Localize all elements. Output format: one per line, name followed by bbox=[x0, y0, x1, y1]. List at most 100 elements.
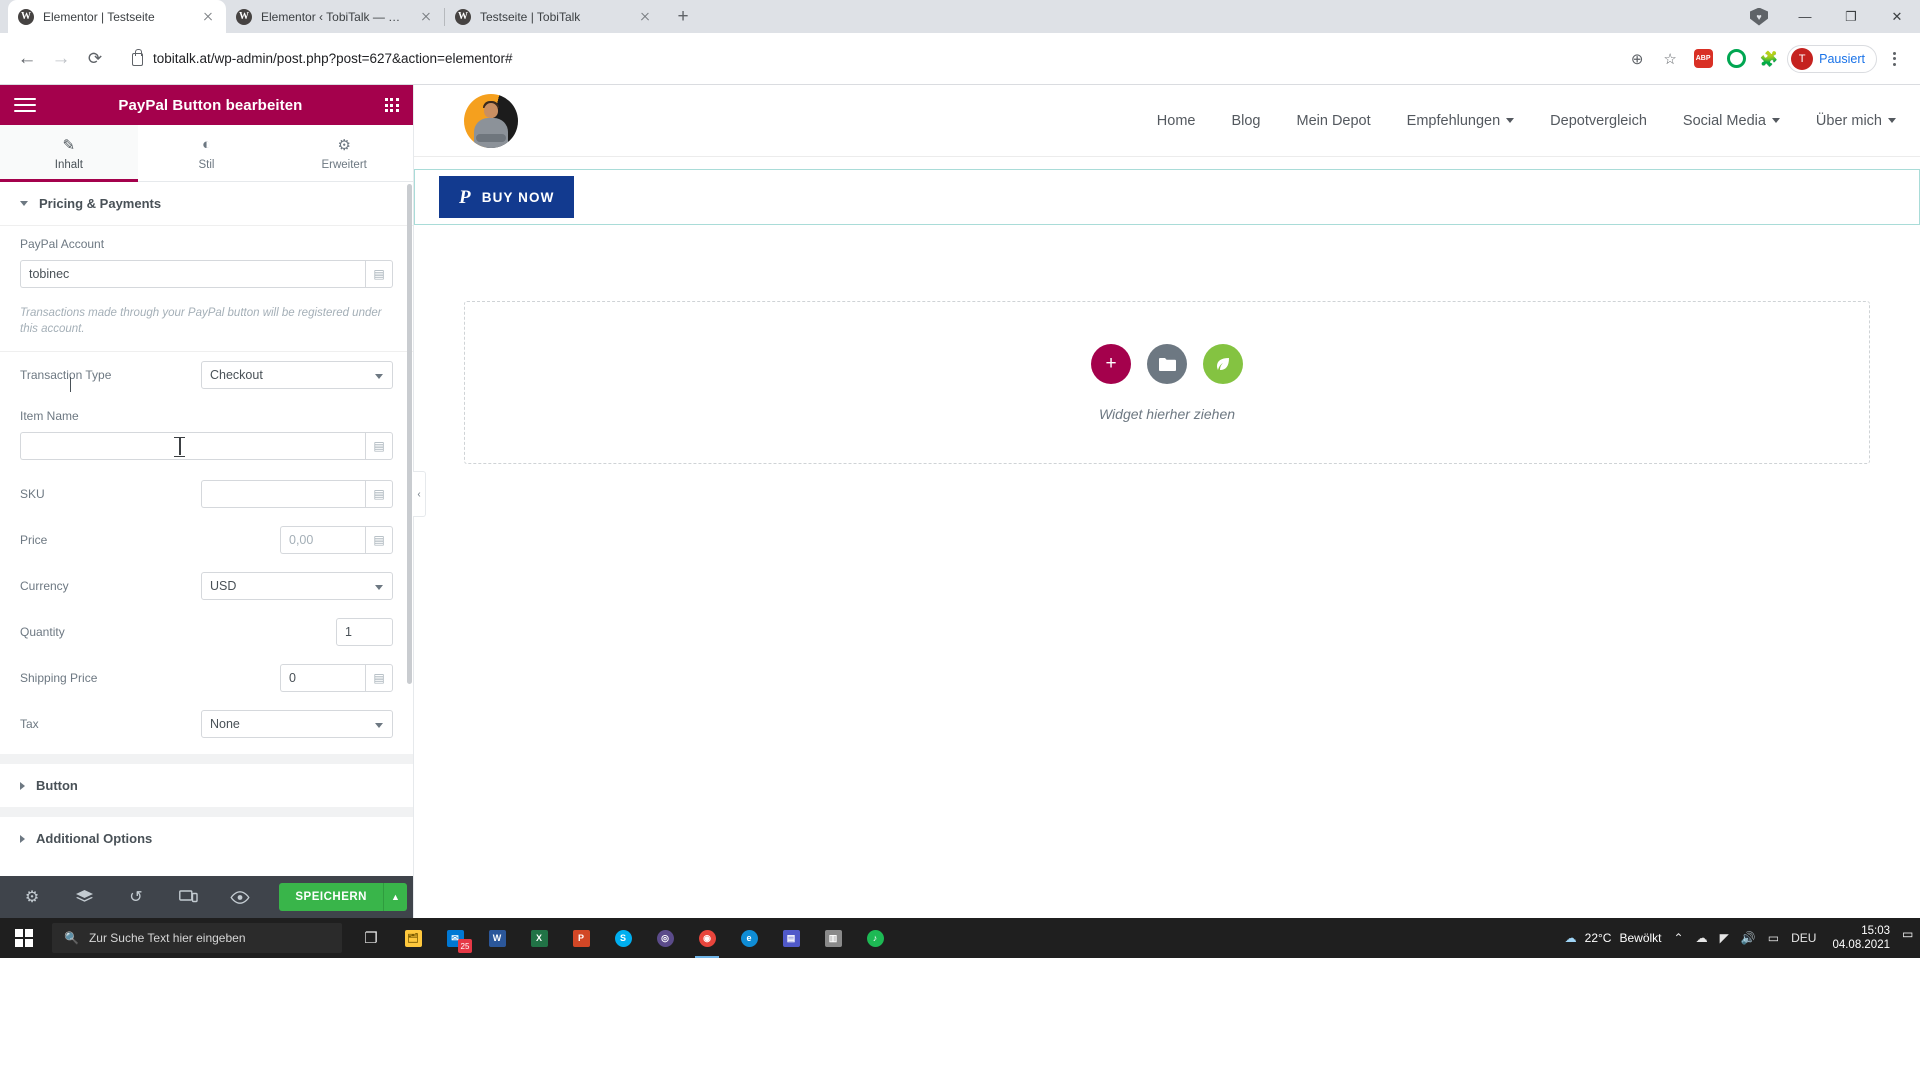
save-button[interactable]: SPEICHERN bbox=[279, 883, 383, 911]
language-indicator[interactable]: DEU bbox=[1791, 931, 1816, 945]
browser-tab-2[interactable]: W Testseite | TobiTalk bbox=[445, 0, 663, 33]
tray-expand-chevron-icon[interactable]: ⌃ bbox=[1674, 931, 1684, 945]
nav-item-depotvergleich[interactable]: Depotvergleich bbox=[1550, 113, 1647, 129]
extensions-puzzle-icon[interactable]: 🧩 bbox=[1754, 44, 1784, 74]
tab-label: Inhalt bbox=[54, 159, 83, 171]
new-tab-button[interactable]: + bbox=[669, 3, 697, 31]
site-logo-avatar[interactable] bbox=[464, 93, 518, 148]
tab-inhalt[interactable]: ✎ Inhalt bbox=[0, 125, 138, 182]
quantity-input[interactable]: 1 bbox=[336, 618, 393, 647]
taskbar-search-input[interactable]: 🔍 Zur Suche Text hier eingeben bbox=[52, 923, 342, 953]
selected-widget-section[interactable]: P BUY NOW bbox=[414, 169, 1920, 225]
nav-label: Empfehlungen bbox=[1406, 112, 1501, 129]
nav-label: Social Media bbox=[1682, 112, 1766, 129]
nav-item-mein-depot[interactable]: Mein Depot bbox=[1297, 113, 1371, 129]
nav-item-empfehlungen[interactable]: Empfehlungen bbox=[1407, 113, 1515, 129]
forward-icon[interactable]: → bbox=[46, 44, 76, 74]
profile-button[interactable]: T Pausiert bbox=[1787, 44, 1877, 73]
chevron-down-icon bbox=[1771, 118, 1780, 123]
shipping-price-input[interactable]: 0 bbox=[280, 664, 365, 693]
field-label: Item Name bbox=[20, 409, 79, 424]
template-folder-icon[interactable] bbox=[1147, 343, 1187, 384]
photos-icon[interactable]: ▥ bbox=[812, 918, 854, 958]
dynamic-tags-icon[interactable]: ▤ bbox=[365, 480, 393, 509]
add-section-icon[interactable]: + bbox=[1091, 343, 1131, 384]
panel-scrollbar[interactable] bbox=[407, 184, 412, 684]
teams-icon[interactable]: ▤ bbox=[770, 918, 812, 958]
chrome-menu-icon[interactable] bbox=[1880, 45, 1908, 73]
notifications-icon[interactable]: ▭ bbox=[1902, 927, 1913, 949]
browser-tab-1[interactable]: W Elementor ‹ TobiTalk — WordPre bbox=[226, 0, 444, 33]
disc-icon[interactable]: ◎ bbox=[644, 918, 686, 958]
dynamic-tags-icon[interactable]: ▤ bbox=[365, 260, 393, 288]
nav-item-social-media[interactable]: Social Media bbox=[1683, 113, 1780, 129]
tab-erweitert[interactable]: ⚙ Erweitert bbox=[275, 125, 414, 181]
volume-icon[interactable]: 🔊 bbox=[1741, 931, 1756, 945]
browser-tab-0[interactable]: W Elementor | Testseite bbox=[8, 0, 226, 33]
powerpoint-icon[interactable]: P bbox=[560, 918, 602, 958]
dynamic-tags-icon[interactable]: ▤ bbox=[365, 526, 393, 555]
transaction-type-select[interactable]: Checkout bbox=[201, 361, 393, 390]
minimize-button[interactable]: — bbox=[1782, 0, 1828, 33]
dynamic-tags-icon[interactable]: ▤ bbox=[365, 664, 393, 693]
excel-icon[interactable]: X bbox=[518, 918, 560, 958]
tab-stil[interactable]: ◐ Stil bbox=[137, 125, 276, 181]
network-icon[interactable]: ◤ bbox=[1720, 931, 1729, 945]
widgets-grid-icon[interactable] bbox=[384, 97, 399, 113]
save-options-caret-icon[interactable]: ▲ bbox=[383, 883, 407, 911]
nav-item-ueber-mich[interactable]: Über mich bbox=[1816, 113, 1896, 129]
file-explorer-icon[interactable]: 🗂 bbox=[392, 918, 434, 958]
chrome-icon[interactable]: ◉ bbox=[686, 918, 728, 958]
back-icon[interactable]: ← bbox=[12, 44, 42, 74]
close-icon[interactable] bbox=[200, 9, 216, 25]
dynamic-tags-icon[interactable]: ▤ bbox=[365, 432, 393, 461]
close-window-button[interactable]: ✕ bbox=[1874, 0, 1920, 33]
panel-collapse-button[interactable]: ‹ bbox=[413, 471, 426, 517]
price-input[interactable]: 0,00 bbox=[280, 526, 365, 555]
edge-icon[interactable]: e bbox=[728, 918, 770, 958]
responsive-mode-icon[interactable] bbox=[162, 876, 214, 918]
mail-icon[interactable]: ✉ 25 bbox=[434, 918, 476, 958]
start-button[interactable] bbox=[0, 918, 48, 958]
item-name-input[interactable] bbox=[20, 432, 365, 461]
reload-icon[interactable]: ⟳ bbox=[80, 44, 110, 74]
preview-eye-icon[interactable] bbox=[214, 876, 266, 918]
task-view-icon[interactable]: ❐ bbox=[350, 918, 392, 958]
widget-dropzone[interactable]: + Widget hierher ziehen bbox=[464, 301, 1870, 464]
address-bar[interactable]: tobitalk.at/wp-admin/post.php?post=627&a… bbox=[120, 44, 1618, 74]
nav-item-home[interactable]: Home bbox=[1157, 113, 1196, 129]
currency-select[interactable]: USD bbox=[201, 572, 393, 601]
zoom-icon[interactable]: ⊕ bbox=[1622, 44, 1652, 74]
browser-tabstrip: W Elementor | Testseite W Elementor ‹ To… bbox=[0, 0, 1920, 33]
section-button[interactable]: Button bbox=[0, 764, 413, 807]
extension-green-icon[interactable] bbox=[1721, 44, 1751, 74]
taskbar-clock[interactable]: 15:03 04.08.2021 bbox=[1828, 924, 1890, 953]
close-icon[interactable] bbox=[637, 9, 653, 25]
section-pricing-payments[interactable]: Pricing & Payments bbox=[0, 182, 413, 226]
tax-select[interactable]: None bbox=[201, 710, 393, 739]
sku-input[interactable] bbox=[201, 480, 365, 509]
leaf-icon[interactable] bbox=[1203, 343, 1243, 384]
close-icon[interactable] bbox=[418, 9, 434, 25]
bookmark-star-icon[interactable]: ☆ bbox=[1655, 44, 1685, 74]
battery-icon[interactable]: ▭ bbox=[1768, 931, 1779, 945]
onedrive-icon[interactable]: ☁ bbox=[1696, 931, 1708, 945]
paypal-buy-now-button[interactable]: P BUY NOW bbox=[439, 176, 575, 218]
spotify-icon[interactable]: ♪ bbox=[854, 918, 896, 958]
word-icon[interactable]: W bbox=[476, 918, 518, 958]
section-title: Button bbox=[36, 778, 78, 794]
weather-widget[interactable]: ☁ 22°C Bewölkt bbox=[1565, 931, 1662, 945]
skype-icon[interactable]: S bbox=[602, 918, 644, 958]
url-text: tobitalk.at/wp-admin/post.php?post=627&a… bbox=[153, 51, 513, 66]
navigator-icon[interactable] bbox=[58, 876, 110, 918]
paypal-account-input[interactable]: tobinec bbox=[20, 260, 365, 288]
extension-red-icon[interactable]: ABP bbox=[1688, 44, 1718, 74]
shield-icon[interactable]: ♥ bbox=[1736, 0, 1782, 33]
settings-icon[interactable]: ⚙ bbox=[6, 876, 58, 918]
control-shipping-price: Shipping Price 0 ▤ bbox=[0, 655, 413, 701]
hamburger-menu-icon[interactable] bbox=[14, 97, 36, 113]
maximize-button[interactable]: ❐ bbox=[1828, 0, 1874, 33]
history-icon[interactable]: ↺ bbox=[110, 876, 162, 918]
nav-item-blog[interactable]: Blog bbox=[1231, 113, 1260, 129]
section-additional-options[interactable]: Additional Options bbox=[0, 817, 413, 860]
